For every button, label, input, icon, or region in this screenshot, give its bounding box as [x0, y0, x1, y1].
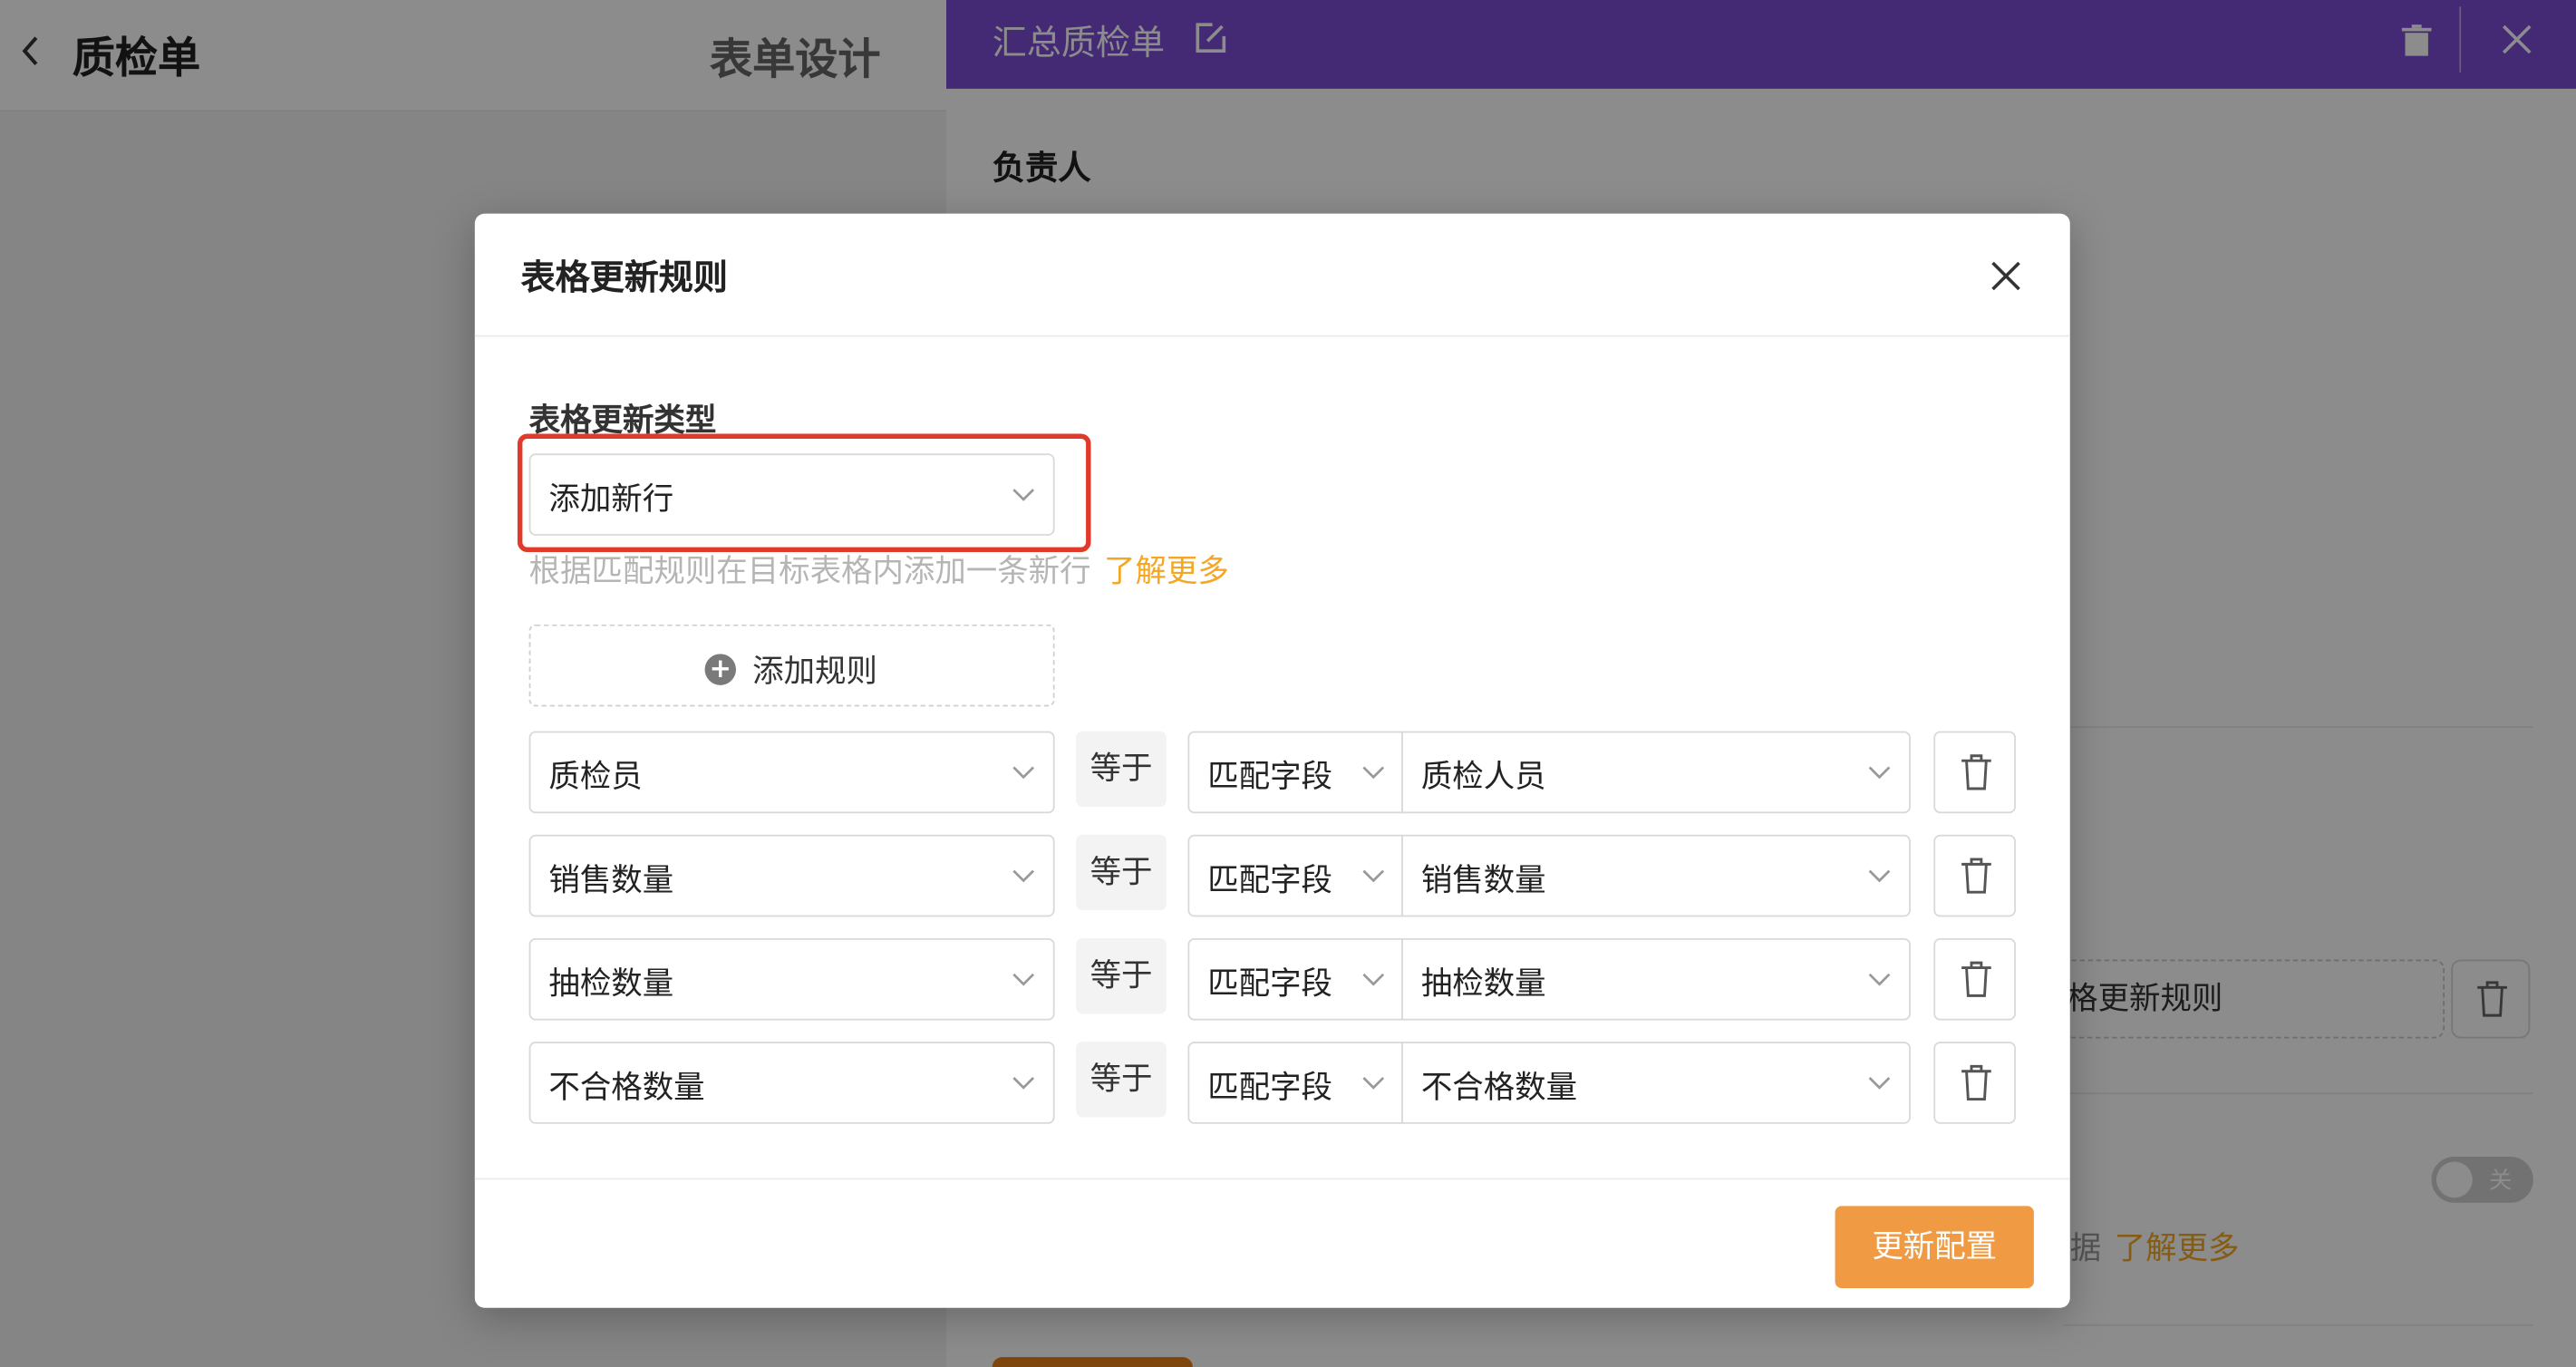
target-field-select[interactable]: 销售数量 — [1401, 834, 1911, 917]
source-field-select[interactable]: 质检员 — [528, 731, 1055, 814]
chevron-down-icon — [1868, 973, 1891, 986]
match-mode-value: 匹配字段 — [1207, 759, 1332, 796]
match-mode-select[interactable]: 匹配字段 — [1187, 1042, 1403, 1124]
operator-label: 等于 — [1076, 834, 1167, 911]
rule-row: 不合格数量 等于 匹配字段 不合格数量 — [475, 1042, 2070, 1124]
match-mode-select[interactable]: 匹配字段 — [1187, 937, 1403, 1021]
rule-row: 销售数量 等于 匹配字段 销售数量 — [475, 834, 2070, 917]
source-field-value: 不合格数量 — [548, 1069, 705, 1106]
chevron-down-icon — [1868, 766, 1891, 780]
plus-circle-icon: + — [704, 653, 736, 685]
match-mode-select[interactable]: 匹配字段 — [1187, 731, 1403, 814]
update-type-label: 表格更新类型 — [528, 402, 717, 439]
rule-row: 抽检数量 等于 匹配字段 抽检数量 — [475, 937, 2070, 1021]
source-field-select[interactable]: 不合格数量 — [528, 1042, 1055, 1124]
source-field-value: 质检员 — [548, 759, 643, 796]
target-field-value: 质检人员 — [1420, 759, 1546, 796]
update-type-description: 根据匹配规则在目标表格内添加一条新行 了解更多 — [529, 548, 1229, 592]
update-config-button[interactable]: 更新配置 — [1835, 1206, 2034, 1288]
chevron-down-icon — [1012, 973, 1035, 986]
source-field-select[interactable]: 抽检数量 — [528, 937, 1055, 1021]
description-text: 根据匹配规则在目标表格内添加一条新行 — [528, 553, 1091, 590]
delete-rule-button[interactable] — [1933, 937, 2016, 1021]
rule-row: 质检员 等于 匹配字段 质检人员 — [475, 731, 2070, 814]
target-field-value: 不合格数量 — [1420, 1069, 1578, 1106]
close-icon[interactable] — [1986, 257, 2026, 296]
match-mode-value: 匹配字段 — [1207, 1069, 1332, 1106]
chevron-down-icon — [1012, 489, 1035, 501]
match-mode-value: 匹配字段 — [1207, 862, 1332, 899]
learn-more-link[interactable]: 了解更多 — [1104, 554, 1229, 590]
delete-rule-button[interactable] — [1933, 1042, 2016, 1124]
chevron-down-icon — [1012, 1077, 1035, 1090]
table-update-rule-dialog: 表格更新规则 表格更新类型 添加新行 根据匹配规则在目标表格内添加一条新行 了解更… — [474, 213, 2070, 1308]
target-field-select[interactable]: 抽检数量 — [1401, 937, 1911, 1021]
chevron-down-icon — [1362, 973, 1385, 986]
trash-icon — [1961, 1064, 1991, 1101]
add-rule-button[interactable]: + 添加规则 — [528, 624, 1055, 707]
trash-icon — [1961, 858, 1991, 894]
chevron-down-icon — [1868, 869, 1891, 883]
modal-header: 表格更新规则 — [474, 214, 2070, 337]
chevron-down-icon — [1012, 869, 1035, 883]
source-field-value: 抽检数量 — [548, 965, 674, 1003]
delete-rule-button[interactable] — [1933, 731, 2016, 814]
target-field-select[interactable]: 质检人员 — [1401, 731, 1911, 814]
trash-icon — [1961, 961, 1991, 997]
operator-label: 等于 — [1076, 937, 1167, 1014]
chevron-down-icon — [1868, 1077, 1891, 1090]
trash-icon — [1961, 754, 1991, 790]
chevron-down-icon — [1362, 1077, 1385, 1090]
source-field-value: 销售数量 — [548, 862, 674, 899]
target-field-value: 销售数量 — [1420, 862, 1546, 899]
modal-title: 表格更新规则 — [520, 257, 728, 298]
target-field-select[interactable]: 不合格数量 — [1401, 1042, 1911, 1124]
operator-label: 等于 — [1076, 731, 1167, 807]
update-type-select[interactable]: 添加新行 — [528, 453, 1055, 536]
chevron-down-icon — [1012, 766, 1035, 780]
operator-label: 等于 — [1076, 1042, 1167, 1118]
chevron-down-icon — [1362, 869, 1385, 883]
update-type-value: 添加新行 — [548, 481, 674, 518]
chevron-down-icon — [1362, 766, 1385, 780]
target-field-value: 抽检数量 — [1420, 965, 1546, 1003]
match-mode-value: 匹配字段 — [1207, 965, 1332, 1003]
modal-footer: 更新配置 — [474, 1178, 2070, 1308]
source-field-select[interactable]: 销售数量 — [528, 834, 1055, 917]
add-rule-label: 添加规则 — [752, 654, 877, 691]
delete-rule-button[interactable] — [1933, 834, 2016, 917]
match-mode-select[interactable]: 匹配字段 — [1187, 834, 1403, 917]
